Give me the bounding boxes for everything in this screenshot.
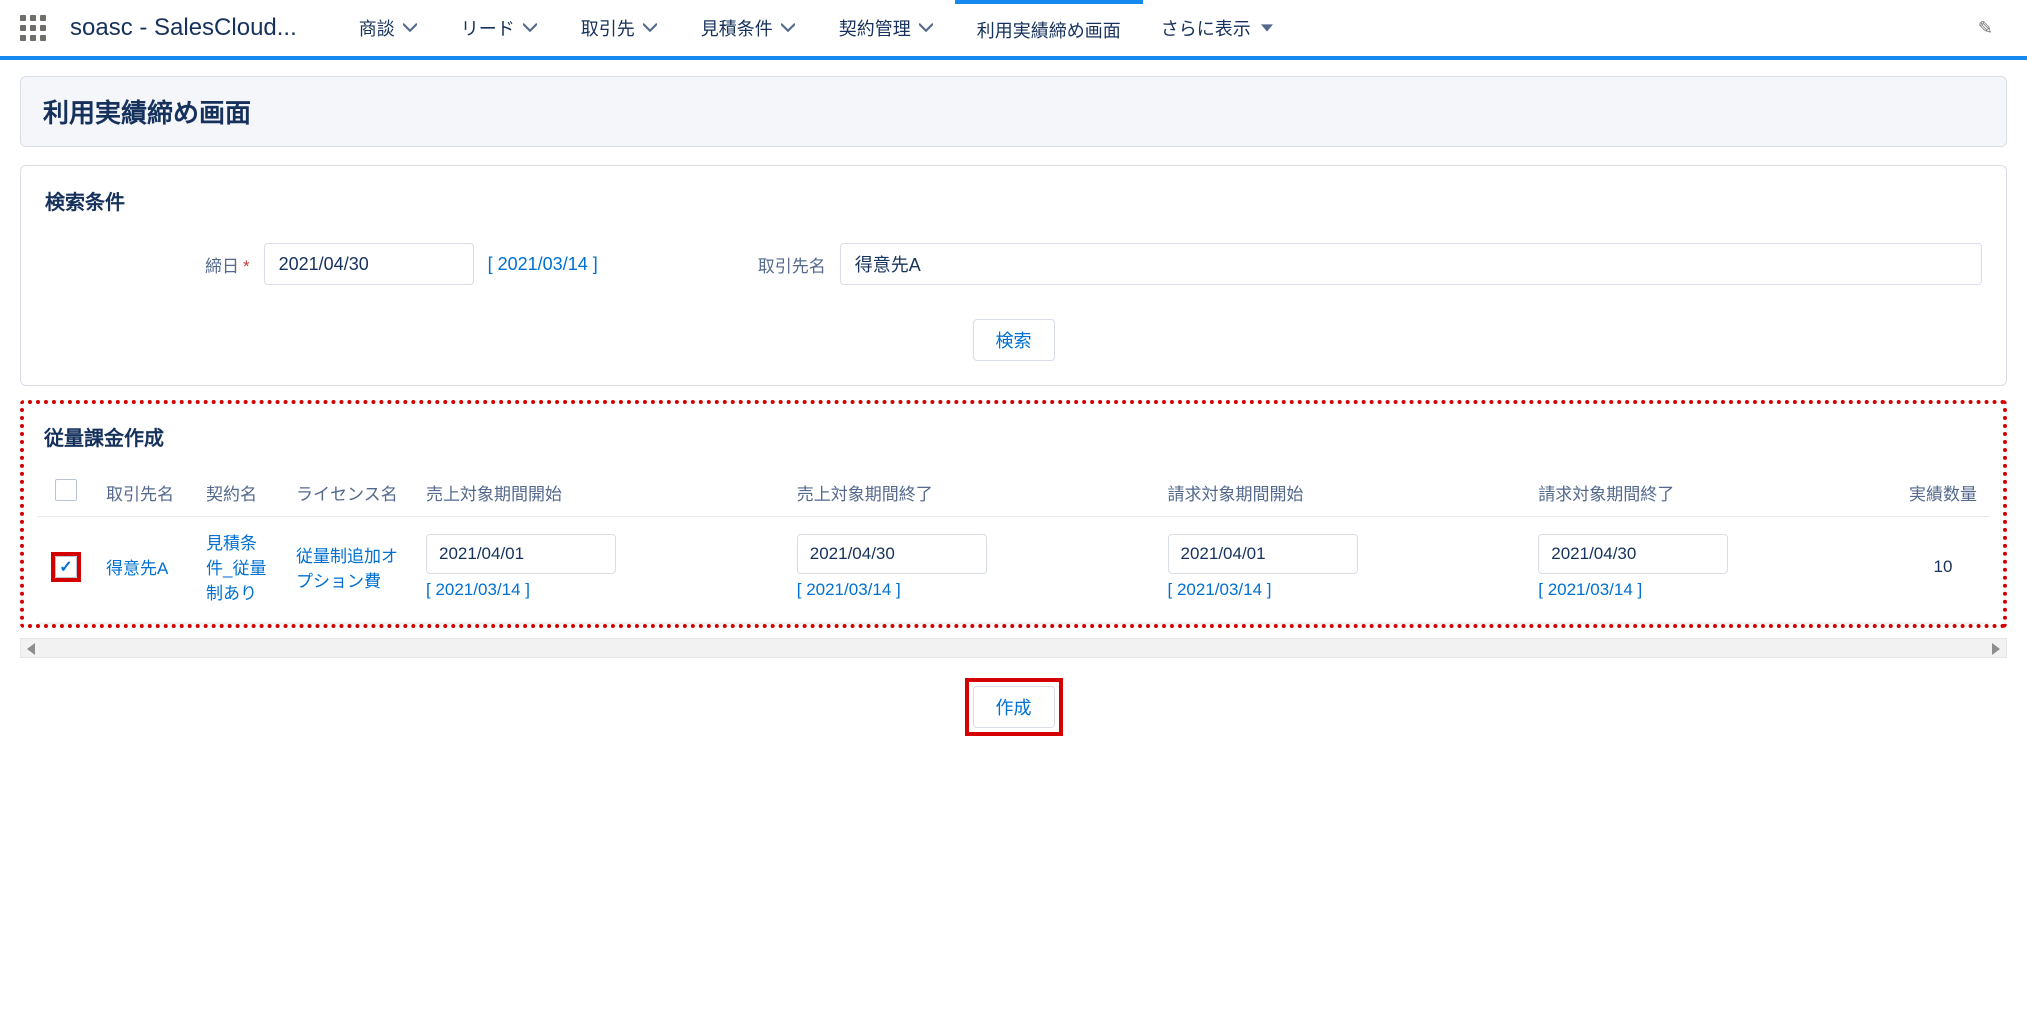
col-qty: 実績数量 (1897, 469, 1989, 517)
billing-table: 取引先名 契約名 ライセンス名 売上対象期間開始 売上対象期間終了 請求対象期間… (38, 469, 1989, 623)
account-input[interactable] (840, 243, 1982, 285)
sales-start-hint[interactable]: [ 2021/03/14 ] (426, 580, 530, 600)
bill-end-input[interactable] (1538, 534, 1728, 574)
close-date-hint-link[interactable]: [ 2021/03/14 ] (488, 254, 598, 275)
horizontal-scrollbar[interactable] (20, 638, 2007, 658)
bill-start-hint[interactable]: [ 2021/03/14 ] (1168, 580, 1272, 600)
edit-nav-icon[interactable]: ✎ (1964, 18, 2007, 39)
close-date-input[interactable] (264, 243, 474, 285)
nav-tab-label: リード (461, 15, 515, 41)
nav-tab-lead[interactable]: リード (439, 0, 559, 56)
row-sales-end-cell: [ 2021/03/14 ] (785, 517, 1156, 623)
billing-table-wrap: 取引先名 契約名 ライセンス名 売上対象期間開始 売上対象期間終了 請求対象期間… (38, 469, 1989, 624)
account-label: 取引先名 (758, 252, 826, 277)
sales-start-input[interactable] (426, 534, 616, 574)
nav-tab-quote[interactable]: 見積条件 (679, 0, 817, 56)
chevron-down-icon[interactable] (919, 21, 933, 35)
row-license-link[interactable]: 従量制追加オプション費 (296, 547, 398, 591)
chevron-down-icon[interactable] (643, 21, 657, 35)
search-button[interactable]: 検索 (973, 319, 1055, 361)
billing-section: 従量課金作成 取引先名 契約名 ライセンス名 売上対象期間開始 売上対象期間終了 (38, 422, 1989, 624)
nav-tab-label: 取引先 (581, 15, 635, 41)
nav-tab-account[interactable]: 取引先 (559, 0, 679, 56)
row-account-link[interactable]: 得意先A (106, 559, 168, 578)
nav-tab-opportunity[interactable]: 商談 (337, 0, 439, 56)
chevron-down-icon[interactable] (403, 21, 417, 35)
col-select-all (38, 469, 94, 517)
select-all-checkbox[interactable] (55, 479, 77, 501)
page-title: 利用実績締め画面 (43, 93, 1984, 130)
account-field: 取引先名 (758, 243, 1982, 285)
nav-tab-label: 見積条件 (701, 15, 773, 41)
table-row: 得意先A 見積条件_従量制あり 従量制追加オプション費 (38, 517, 1989, 623)
nav-tab-label: 利用実績締め画面 (977, 17, 1121, 43)
row-license-cell: 従量制追加オプション費 (284, 517, 414, 623)
nav-tab-label: 商談 (359, 15, 395, 41)
search-card: 検索条件 締日* [ 2021/03/14 ] 取引先名 検索 (20, 165, 2007, 386)
col-bill-start: 請求対象期間開始 (1156, 469, 1527, 517)
chevron-down-icon[interactable] (523, 21, 537, 35)
row-select-cell (38, 517, 94, 623)
nav-tabs: 商談 リード 取引先 見積条件 契約管理 利用実績締め画面 さらに表示 (337, 0, 1964, 56)
row-account-cell: 得意先A (94, 517, 194, 623)
nav-tab-label: 契約管理 (839, 15, 911, 41)
create-button-highlight: 作成 (965, 678, 1063, 736)
search-form-row: 締日* [ 2021/03/14 ] 取引先名 (45, 243, 1982, 285)
triangle-down-icon (1261, 23, 1273, 33)
row-bill-start-cell: [ 2021/03/14 ] (1156, 517, 1527, 623)
chevron-down-icon[interactable] (781, 21, 795, 35)
sales-end-input[interactable] (797, 534, 987, 574)
row-checkbox[interactable] (55, 556, 77, 578)
app-launcher-icon[interactable] (20, 15, 46, 41)
row-qty-cell: 10 (1897, 517, 1989, 623)
nav-tab-contract[interactable]: 契約管理 (817, 0, 955, 56)
col-license: ライセンス名 (284, 469, 414, 517)
nav-more[interactable]: さらに表示 (1143, 0, 1291, 56)
row-bill-end-cell: [ 2021/03/14 ] (1526, 517, 1897, 623)
billing-header-row: 取引先名 契約名 ライセンス名 売上対象期間開始 売上対象期間終了 請求対象期間… (38, 469, 1989, 517)
page-header: 利用実績締め画面 (20, 76, 2007, 147)
col-sales-end: 売上対象期間終了 (785, 469, 1156, 517)
billing-section-title: 従量課金作成 (44, 422, 1989, 451)
col-bill-end: 請求対象期間終了 (1526, 469, 1897, 517)
close-date-field: 締日* [ 2021/03/14 ] (205, 243, 598, 285)
row-sales-start-cell: [ 2021/03/14 ] (414, 517, 785, 623)
row-contract-link[interactable]: 見積条件_従量制あり (206, 534, 266, 603)
global-nav: soasc - SalesCloud... 商談 リード 取引先 見積条件 契約… (0, 0, 2027, 60)
billing-highlight: 従量課金作成 取引先名 契約名 ライセンス名 売上対象期間開始 売上対象期間終了 (20, 400, 2007, 628)
search-section-title: 検索条件 (45, 186, 1982, 215)
create-row: 作成 (20, 678, 2007, 736)
bill-start-input[interactable] (1168, 534, 1358, 574)
create-button[interactable]: 作成 (973, 686, 1055, 728)
bill-end-hint[interactable]: [ 2021/03/14 ] (1538, 580, 1642, 600)
sales-end-hint[interactable]: [ 2021/03/14 ] (797, 580, 901, 600)
nav-tab-usage-close[interactable]: 利用実績締め画面 (955, 0, 1143, 56)
row-contract-cell: 見積条件_従量制あり (194, 517, 284, 623)
close-date-label: 締日* (205, 252, 250, 277)
col-sales-start: 売上対象期間開始 (414, 469, 785, 517)
nav-more-label: さらに表示 (1161, 15, 1251, 41)
col-account: 取引先名 (94, 469, 194, 517)
row-checkbox-highlight (51, 552, 81, 582)
page-body: 利用実績締め画面 検索条件 締日* [ 2021/03/14 ] 取引先名 検索… (0, 60, 2027, 752)
app-title: soasc - SalesCloud... (70, 14, 297, 42)
col-contract: 契約名 (194, 469, 284, 517)
